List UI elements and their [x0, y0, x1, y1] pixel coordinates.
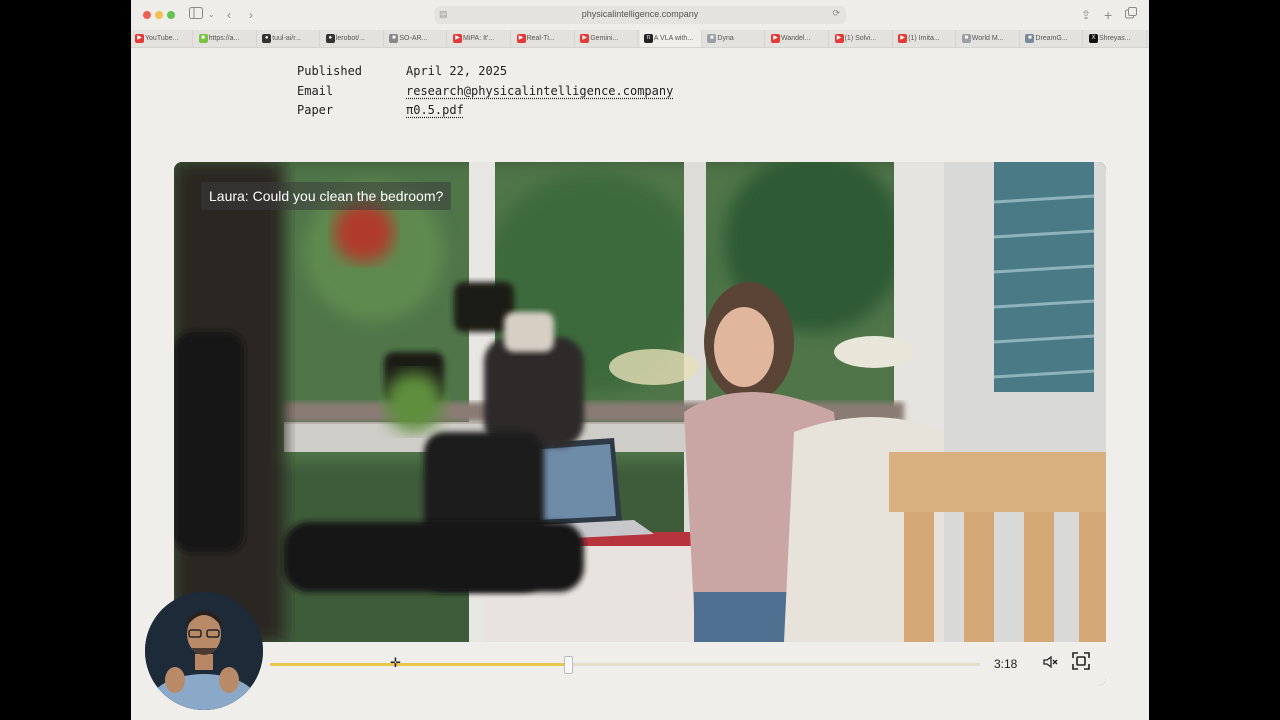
browser-tab-label: tuul-ai/r...: [272, 35, 301, 42]
page-content: Published April 22, 2025 Email research@…: [131, 48, 1149, 720]
site-icon: ■: [1025, 34, 1035, 43]
reload-icon[interactable]: ⟳: [832, 8, 840, 19]
browser-tab[interactable]: ▶ Gemini...: [576, 30, 639, 47]
sidebar-toggle-icon[interactable]: [189, 7, 203, 23]
youtube-icon: ▶: [580, 34, 590, 43]
forward-icon[interactable]: ›: [249, 7, 253, 23]
tab-bar: ▶ YouTube... ■ https://a... ● tuul-ai/r... ● le…: [131, 30, 1149, 48]
new-tab-icon[interactable]: +: [1104, 7, 1112, 23]
browser-tab[interactable]: ▶ YouTube...: [131, 30, 193, 47]
mute-icon[interactable]: [1042, 654, 1058, 670]
published-label: Published: [297, 64, 363, 78]
browser-tab-label: MiPA: It'...: [463, 35, 495, 42]
site-icon: ■: [961, 34, 971, 43]
cursor-crosshair-icon: ✛: [390, 655, 401, 670]
minimize-window-button[interactable]: [155, 11, 163, 19]
address-text: physicalintelligence.company: [581, 9, 699, 19]
fullscreen-icon[interactable]: [1072, 652, 1090, 670]
email-link[interactable]: research@physicalintelligence.company: [406, 84, 673, 98]
browser-toolbar: ⌄ ‹ › ▤ physicalintelligence.company ⟳ ⇪…: [131, 0, 1149, 30]
pi-icon: π: [643, 34, 653, 43]
browser-tab-label: Real-Ti...: [526, 35, 555, 42]
site-icon: ■: [198, 34, 208, 43]
site-icon: ■: [389, 34, 399, 43]
browser-tab[interactable]: ■ DreamG...: [1021, 30, 1084, 47]
presenter-webcam-overlay: [145, 592, 263, 710]
youtube-icon: ▶: [453, 34, 462, 43]
browser-tab-label: A VLA with...: [653, 35, 694, 42]
video-controls: ✛ 3:18: [174, 642, 1106, 686]
email-label: Email: [297, 84, 334, 98]
video-time: 3:18: [994, 657, 1018, 671]
paper-label: Paper: [297, 103, 334, 117]
browser-tab-label: DreamG...: [1035, 35, 1068, 42]
progress-thumb[interactable]: [564, 656, 574, 674]
github-icon: ●: [262, 34, 272, 43]
browser-tab[interactable]: πA VLA with...: [639, 30, 702, 47]
x-icon: X: [1089, 34, 1098, 43]
site-icon: ■: [707, 34, 717, 43]
browser-tab[interactable]: ● tuul-ai/r...: [258, 30, 321, 47]
progress-fill: [270, 663, 569, 666]
published-value: April 22, 2025: [406, 64, 508, 78]
browser-tab-label: SO-AR...: [399, 35, 428, 42]
github-icon: ●: [325, 34, 335, 43]
youtube-icon: ▶: [516, 34, 526, 43]
close-window-button[interactable]: [143, 11, 151, 19]
address-bar[interactable]: ▤ physicalintelligence.company ⟳: [434, 6, 846, 24]
youtube-icon: ▶: [898, 34, 908, 43]
browser-tab[interactable]: ▶ (1) Imita...: [894, 30, 957, 47]
browser-tab[interactable]: ▶ Real-Ti...: [513, 30, 575, 47]
browser-tab[interactable]: ● lerobot/...: [322, 30, 384, 47]
browser-tab-label: Gemini...: [590, 35, 619, 42]
youtube-icon: ▶: [834, 34, 844, 43]
video-frame: [174, 162, 1106, 642]
browser-tab-label: Shreyas...: [1099, 35, 1131, 42]
browser-tab-label: Wandel...: [781, 35, 811, 42]
tab-overview-icon[interactable]: [1125, 7, 1137, 23]
browser-tab[interactable]: ▶ Wandel...: [767, 30, 829, 47]
browser-tab[interactable]: ■ World M...: [958, 30, 1020, 47]
browser-tab-label: Dyna: [717, 35, 734, 42]
youtube-icon: ▶: [135, 34, 144, 43]
browser-tab[interactable]: ■ https://a...: [195, 30, 257, 47]
browser-window: ⌄ ‹ › ▤ physicalintelligence.company ⟳ ⇪…: [131, 0, 1149, 720]
browser-tab[interactable]: ■ SO-AR...: [385, 30, 448, 47]
browser-tab-label: (1) Imita...: [908, 35, 940, 42]
zoom-window-button[interactable]: [167, 11, 175, 19]
browser-tab[interactable]: ▶ MiPA: It'...: [449, 30, 511, 47]
back-icon[interactable]: ‹: [227, 7, 231, 23]
share-icon[interactable]: ⇪: [1081, 7, 1091, 23]
browser-tab-label: lerobot/...: [335, 35, 365, 42]
progress-track[interactable]: [270, 656, 980, 674]
video-caption: Laura: Could you clean the bedroom?: [201, 182, 452, 210]
browser-tab[interactable]: X Shreyas...: [1085, 30, 1147, 47]
browser-tab-label: YouTube...: [145, 35, 179, 42]
browser-tab-label: https://a...: [208, 35, 240, 42]
video-player[interactable]: Laura: Could you clean the bedroom? ✛ 3:…: [174, 162, 1106, 686]
chevron-down-icon[interactable]: ⌄: [208, 7, 215, 23]
browser-tab-label: (1) Solvi...: [844, 35, 877, 42]
youtube-icon: ▶: [771, 34, 780, 43]
browser-tab-label: World M...: [971, 35, 1004, 42]
browser-tab[interactable]: ▶ (1) Solvi...: [831, 30, 893, 47]
paper-link[interactable]: π0.5.pdf: [406, 103, 464, 117]
browser-tab[interactable]: ■ Dyna: [703, 30, 766, 47]
